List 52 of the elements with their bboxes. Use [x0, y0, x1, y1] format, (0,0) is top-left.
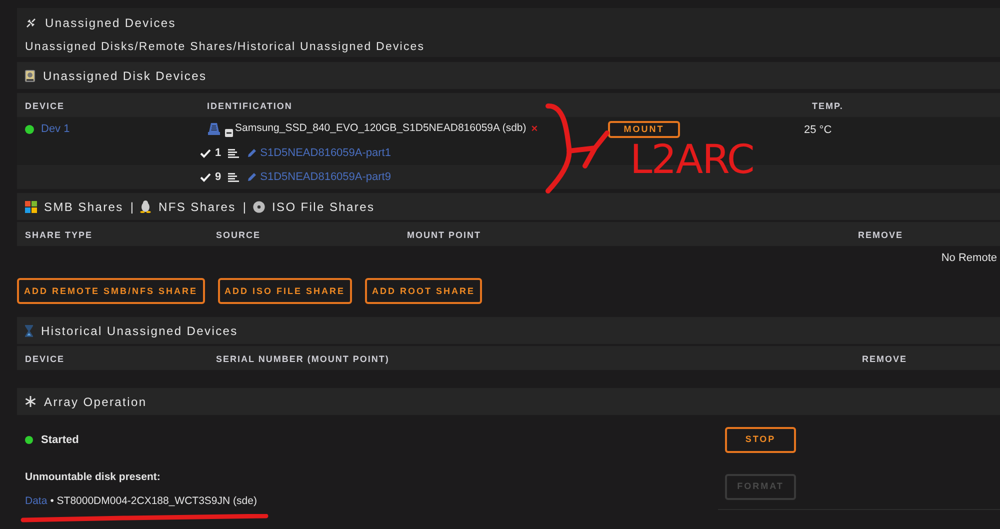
section-title: Historical Unassigned Devices	[41, 322, 238, 340]
column-header: MOUNT POINT	[407, 230, 481, 240]
button[interactable]: ADD ISO FILE SHARE	[218, 278, 352, 304]
penguin-icon	[140, 200, 152, 213]
column-header: SERIAL NUMBER (MOUNT POINT)	[216, 354, 390, 364]
button[interactable]: STOP	[725, 427, 796, 453]
column-header: DEVICE	[25, 101, 65, 111]
column-header: IDENTIFICATION	[207, 101, 292, 111]
button[interactable]: MOUNT	[608, 120, 680, 138]
partition-link[interactable]: S1D5NEAD816059A-part1	[260, 144, 391, 162]
remove-icon[interactable]: ×	[531, 120, 538, 138]
page-subtitle: Unassigned Disks/Remote Shares/Historical Unassigned Devices	[25, 40, 426, 55]
section-title: ISO File Shares	[272, 198, 375, 216]
disk-name: • ST8000DM004-2CX188_WCT3S9JN (sde)	[50, 494, 257, 510]
hourglass-icon	[25, 324, 33, 336]
empty-message: No Remote	[941, 250, 997, 266]
column-header: TEMP.	[812, 101, 844, 111]
array-status: Started	[41, 433, 79, 448]
column-header: REMOVE	[862, 354, 908, 364]
column-header: DEVICE	[25, 354, 65, 364]
partition-number: 9	[215, 170, 222, 185]
windows-icon	[25, 200, 37, 212]
column-header: SHARE TYPE	[25, 230, 93, 240]
temperature: 25 °C	[804, 124, 832, 136]
partition-number: 1	[215, 146, 222, 161]
pencil-icon[interactable]	[247, 172, 258, 182]
handwritten-note: L2ARC	[630, 140, 754, 180]
section-title: NFS Shares	[158, 198, 236, 216]
separator: |	[242, 198, 246, 216]
page-title: Unassigned Devices	[45, 15, 176, 32]
disk-identification: Samsung_SSD_840_EVO_120GB_S1D5NEAD816059A (sdb)	[235, 121, 526, 136]
list-icon	[228, 172, 240, 182]
section-title: Unassigned Disk Devices	[43, 68, 207, 84]
snowflake-icon	[25, 396, 36, 407]
pencil-icon[interactable]	[247, 148, 258, 158]
button[interactable]: ADD ROOT SHARE	[365, 278, 482, 304]
warning-text: Unmountable disk present:	[25, 470, 160, 484]
column-header: SOURCE	[216, 230, 261, 240]
section-title: SMB Shares	[44, 198, 124, 216]
disk-icon[interactable]	[207, 122, 221, 136]
disc-icon	[252, 200, 265, 212]
partition-link[interactable]: S1D5NEAD816059A-part9	[260, 168, 391, 186]
disk-link[interactable]: Data	[25, 494, 48, 510]
column-header: REMOVE	[858, 230, 904, 240]
separator: |	[130, 198, 134, 216]
hard-drive-icon	[25, 70, 35, 82]
section-title: Array Operation	[44, 394, 147, 410]
device-link[interactable]: Dev 1	[41, 120, 70, 138]
plug-icon	[25, 17, 37, 29]
collapse-icon[interactable]	[225, 129, 233, 137]
button[interactable]: ADD REMOTE SMB/NFS SHARE	[17, 278, 205, 304]
list-icon	[228, 148, 240, 158]
